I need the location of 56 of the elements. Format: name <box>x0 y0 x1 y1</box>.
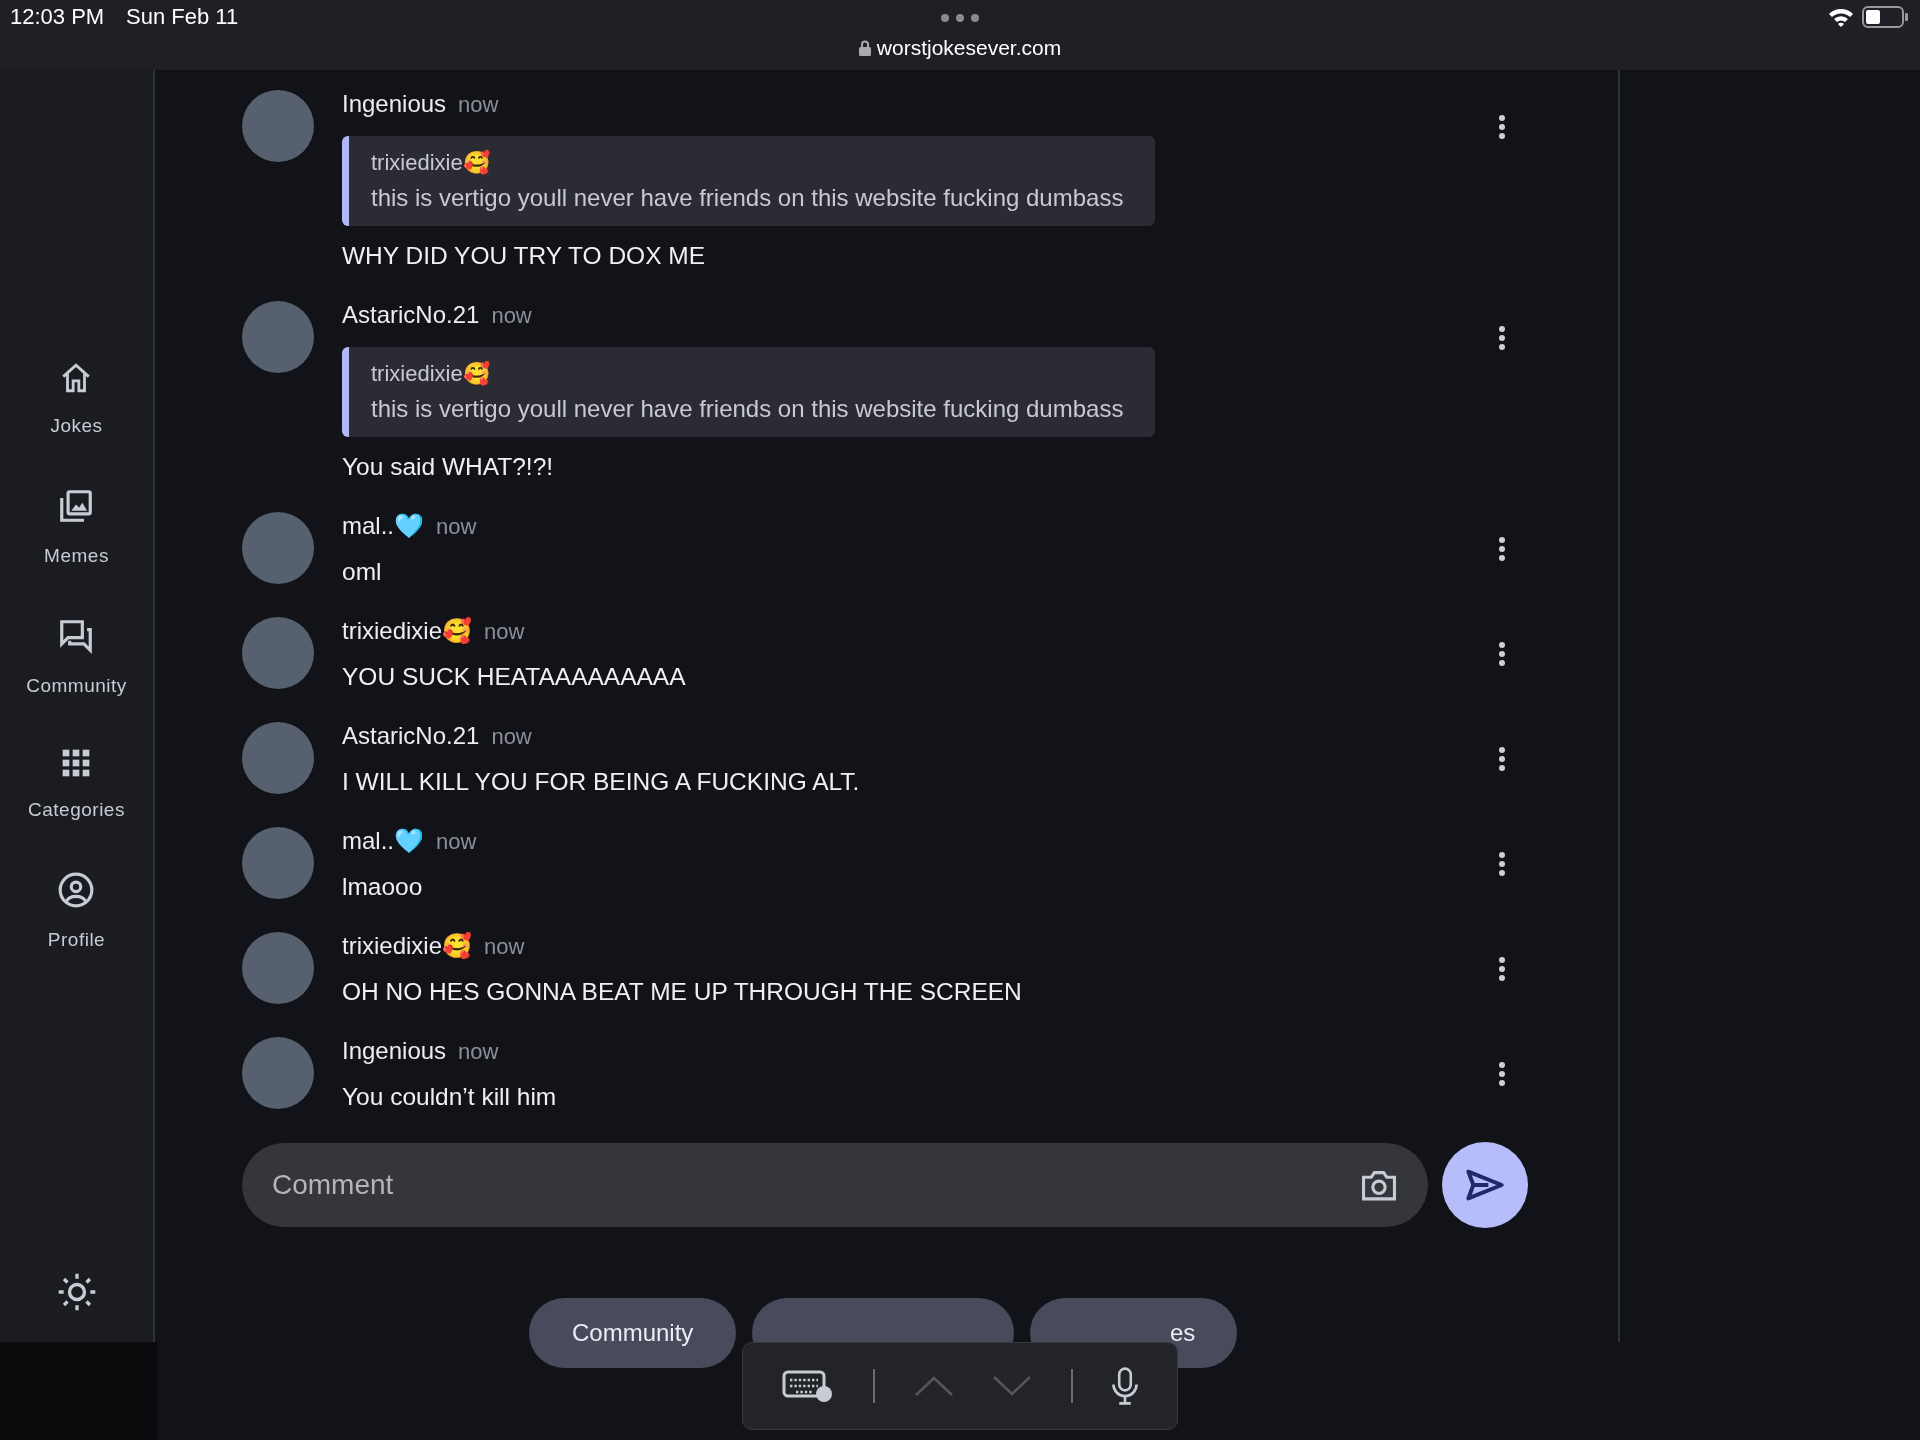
message-text: I WILL KILL YOU FOR BEING A FUCKING ALT. <box>342 768 861 796</box>
nav-item[interactable]: Memes <box>38 486 115 568</box>
date-text: Sun Feb 11 <box>126 4 239 30</box>
username[interactable]: mal..🩵 <box>342 512 424 540</box>
category-chip[interactable]: Community <box>529 1298 737 1368</box>
quoted-text: this is vertigo youll never have friends on this website fucking dumbass <box>371 184 1125 212</box>
lock-icon <box>858 40 871 56</box>
quoted-username: trixiedixie🥰 <box>371 361 491 387</box>
wifi-icon <box>1828 7 1854 27</box>
message-text: lmaooo <box>342 873 424 901</box>
message-text: You said WHAT?!?! <box>342 453 555 481</box>
timestamp: now <box>491 724 532 750</box>
username[interactable]: AstaricNo.21 <box>342 722 480 750</box>
profile-icon <box>57 871 96 909</box>
send-icon <box>1465 1168 1505 1202</box>
message-text: YOU SUCK HEATAAAAAAAAA <box>342 663 687 691</box>
quoted-text: this is vertigo youll never have friends on this website fucking dumbass <box>371 395 1125 423</box>
nav-item[interactable]: Profile <box>41 870 112 952</box>
nav-item[interactable]: Categories <box>22 746 131 822</box>
more-options-icon[interactable] <box>1498 325 1506 351</box>
message-text: oml <box>342 558 383 586</box>
more-options-icon[interactable] <box>1498 1061 1506 1087</box>
brightness-icon[interactable] <box>56 1272 97 1312</box>
timestamp: now <box>491 303 532 329</box>
keyboard-icon[interactable] <box>782 1370 835 1402</box>
timestamp: now <box>458 1039 499 1065</box>
clock-time: 12:03 PM <box>10 4 105 30</box>
username[interactable]: Ingenious <box>342 1037 447 1065</box>
battery-icon <box>1862 6 1908 28</box>
timestamp: now <box>484 934 525 960</box>
message-text: You couldn’t kill him <box>342 1083 558 1111</box>
username[interactable]: mal..🩵 <box>342 827 424 855</box>
message-text: OH NO HES GONNA BEAT ME UP THROUGH THE SCREEN <box>342 978 1023 1006</box>
quoted-username: trixiedixie🥰 <box>371 150 491 176</box>
nav-item[interactable]: Jokes <box>44 360 109 438</box>
more-options-icon[interactable] <box>1498 956 1506 982</box>
timestamp: now <box>436 829 477 855</box>
nav-item[interactable]: Community <box>20 616 133 698</box>
username[interactable]: trixiedixie🥰 <box>342 932 473 960</box>
timestamp: now <box>436 514 477 540</box>
username[interactable]: trixiedixie🥰 <box>342 617 473 645</box>
more-options-icon[interactable] <box>1498 746 1506 772</box>
message-text: WHY DID YOU TRY TO DOX ME <box>342 242 707 270</box>
more-options-icon[interactable] <box>1498 851 1506 877</box>
more-dots-icon <box>940 13 980 23</box>
username[interactable]: Ingenious <box>342 90 447 118</box>
more-options-icon[interactable] <box>1498 641 1506 667</box>
timestamp: now <box>484 619 525 645</box>
more-options-icon[interactable] <box>1498 536 1506 562</box>
camera-icon[interactable] <box>1360 1168 1398 1202</box>
more-options-icon[interactable] <box>1498 114 1506 140</box>
username[interactable]: AstaricNo.21 <box>342 301 480 329</box>
comment-field[interactable]: Comment <box>242 1143 1428 1227</box>
timestamp: now <box>458 92 499 118</box>
microphone-icon[interactable] <box>1111 1367 1138 1405</box>
url-text[interactable]: worstjokesever.com <box>876 36 1062 60</box>
